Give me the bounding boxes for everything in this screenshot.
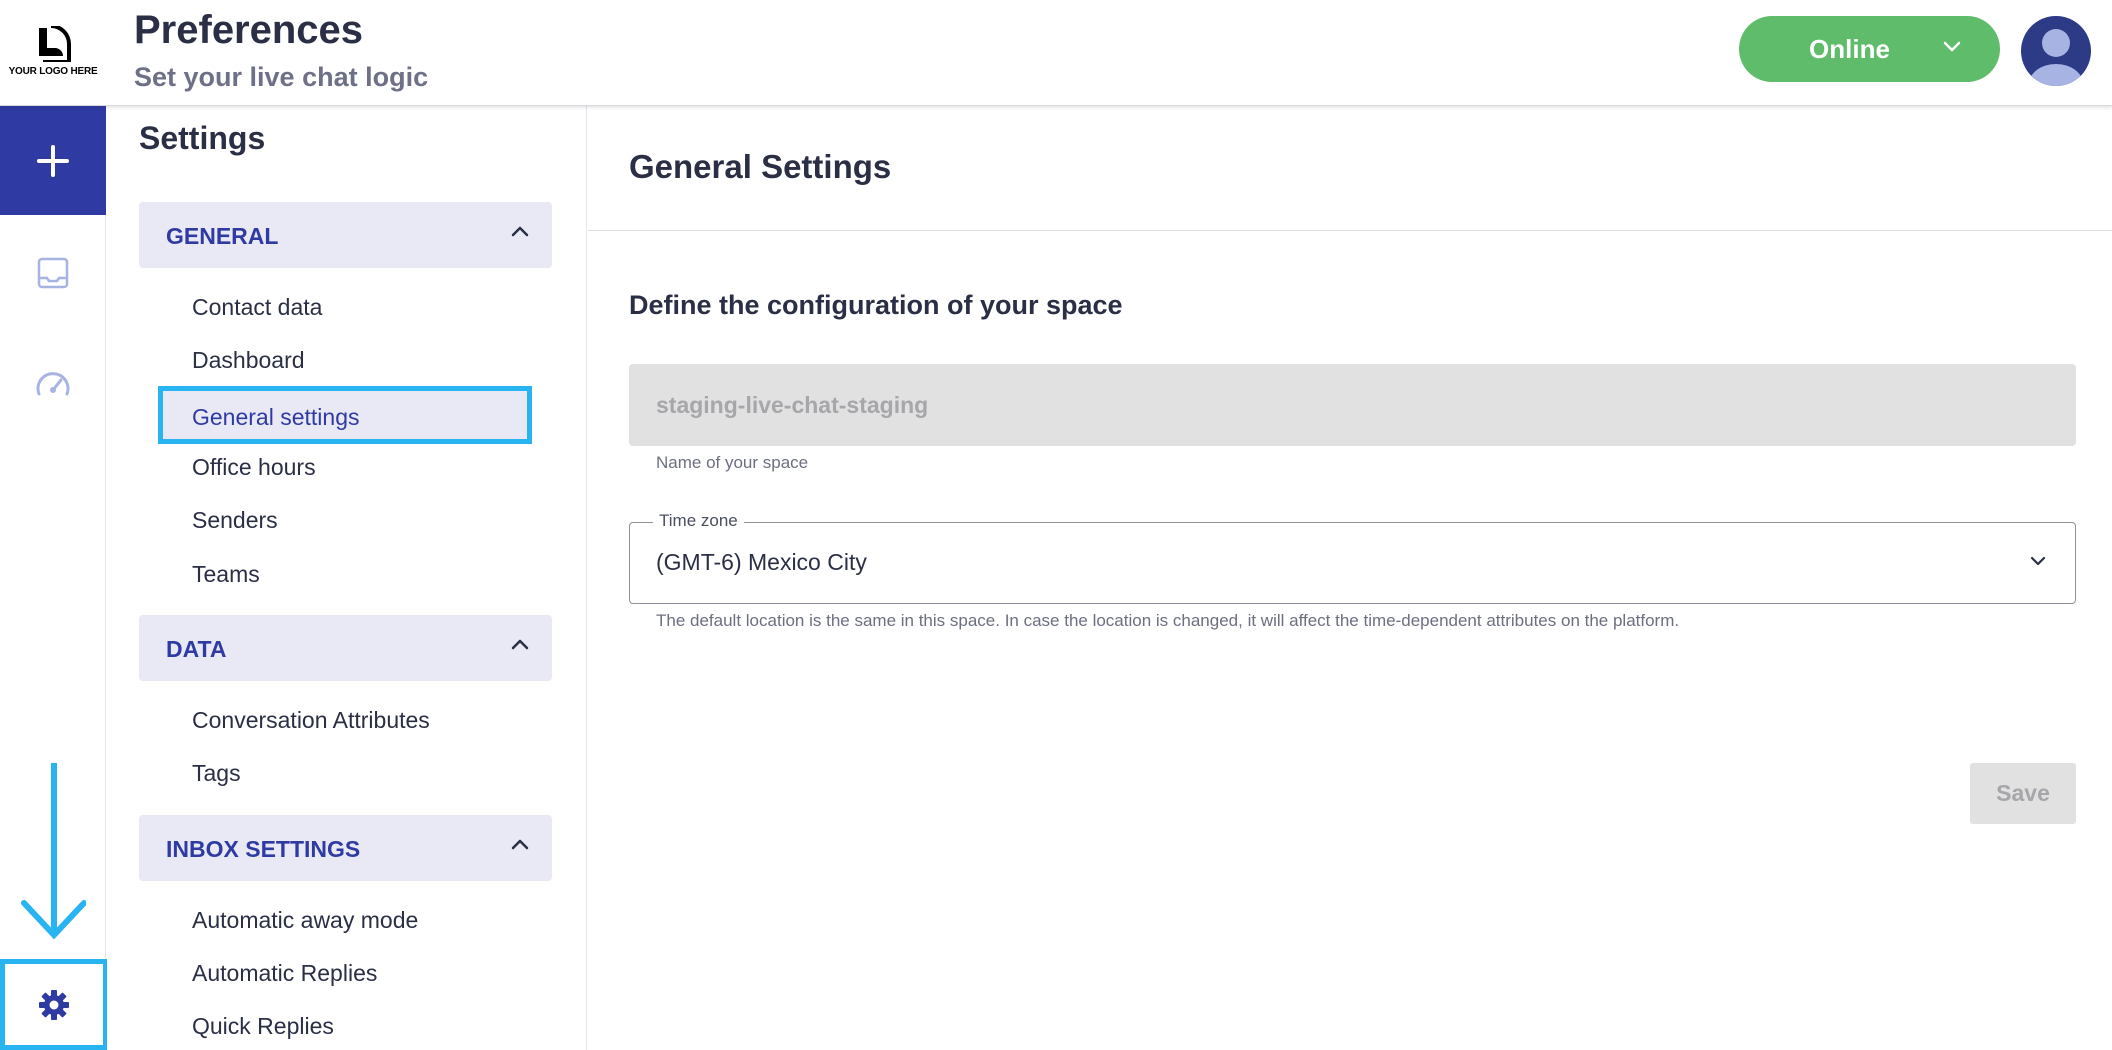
section-inbox-settings-label: INBOX SETTINGS — [166, 836, 361, 862]
plus-icon — [37, 144, 69, 177]
timezone-value: (GMT-6) Mexico City — [656, 549, 867, 575]
nav-item-conversation-attributes[interactable]: Conversation Attributes — [192, 707, 430, 734]
settings-nav: Settings GENERAL Contact data Dashboard … — [107, 106, 587, 1050]
nav-item-office-hours[interactable]: Office hours — [192, 454, 316, 481]
chevron-down-icon — [2030, 556, 2046, 566]
section-inbox-settings-toggle[interactable]: INBOX SETTINGS — [139, 815, 552, 881]
configuration-section-title: Define the configuration of your space — [629, 290, 1123, 320]
arrow-down-annotation-icon — [21, 763, 86, 940]
timezone-label: Time zone — [653, 511, 744, 531]
page-subtitle: Set your live chat logic — [134, 62, 429, 92]
nav-item-quick-replies[interactable]: Quick Replies — [192, 1013, 334, 1040]
nav-item-senders[interactable]: Senders — [192, 507, 278, 534]
inbox-icon — [37, 257, 69, 289]
left-rail — [0, 106, 108, 1050]
main-content: General Settings Define the configuratio… — [588, 106, 2112, 1050]
rail-item-inbox[interactable] — [33, 253, 73, 293]
main-title: General Settings — [629, 148, 892, 185]
timezone-helper: The default location is the same in this… — [656, 611, 1680, 630]
page-title: Preferences — [134, 8, 364, 52]
nav-item-general-settings-label: General settings — [192, 404, 360, 430]
section-data-toggle[interactable]: DATA — [139, 615, 552, 681]
logo-text: YOUR LOGO HERE — [8, 66, 98, 77]
rail-item-settings[interactable] — [0, 959, 108, 1050]
online-status-dropdown[interactable]: Online — [1739, 16, 2000, 82]
new-conversation-button[interactable] — [0, 106, 106, 215]
top-header: YOUR LOGO HERE Preferences Set your live… — [0, 0, 2112, 106]
nav-item-dashboard[interactable]: Dashboard — [192, 347, 305, 374]
main-header: General Settings — [588, 106, 2112, 231]
company-logo[interactable]: YOUR LOGO HERE — [8, 26, 98, 84]
nav-item-general-settings[interactable]: General settings — [158, 386, 532, 444]
logo-mark-icon — [39, 26, 71, 62]
gear-icon — [39, 989, 69, 1020]
status-label: Online — [1809, 33, 1890, 64]
user-avatar[interactable] — [2021, 16, 2091, 86]
timezone-select[interactable]: Time zone (GMT-6) Mexico City — [629, 511, 2076, 604]
section-general-label: GENERAL — [166, 223, 279, 249]
space-name-helper: Name of your space — [656, 453, 809, 472]
section-general-toggle[interactable]: GENERAL — [139, 202, 552, 268]
chevron-up-icon — [511, 226, 529, 237]
chevron-up-icon — [511, 839, 529, 850]
chevron-down-icon — [1943, 41, 1961, 52]
save-button[interactable]: Save — [1970, 763, 2076, 824]
nav-item-automatic-replies[interactable]: Automatic Replies — [192, 960, 377, 987]
nav-item-tags[interactable]: Tags — [192, 760, 241, 787]
rail-item-dashboard[interactable] — [33, 363, 73, 403]
nav-item-contact-data[interactable]: Contact data — [192, 294, 322, 321]
nav-item-automatic-away-mode[interactable]: Automatic away mode — [192, 907, 418, 934]
nav-item-teams[interactable]: Teams — [192, 561, 260, 588]
chevron-up-icon — [511, 639, 529, 650]
dashboard-gauge-icon — [36, 372, 70, 396]
space-name-input[interactable] — [629, 364, 2076, 446]
settings-nav-title: Settings — [139, 120, 266, 156]
user-avatar-icon — [2029, 29, 2083, 86]
section-data-label: DATA — [166, 636, 227, 662]
